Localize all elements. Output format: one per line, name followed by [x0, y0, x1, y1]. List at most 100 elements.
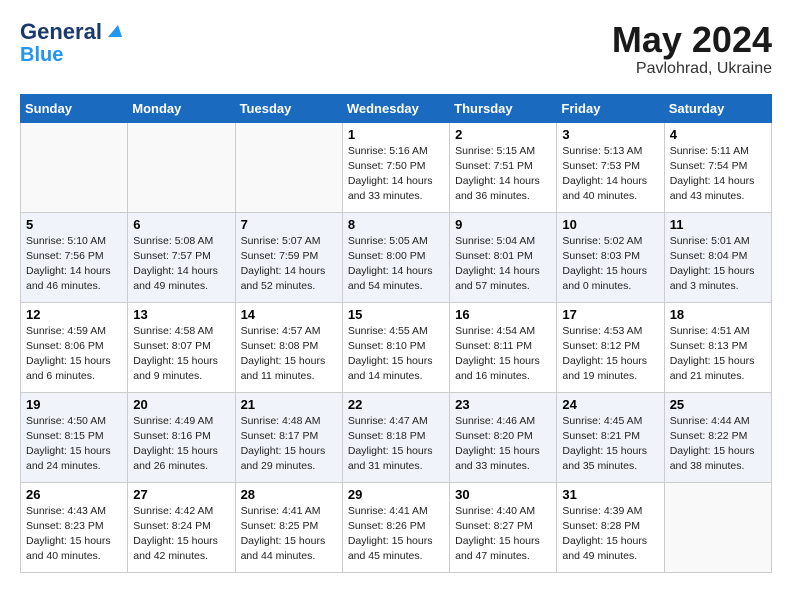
- day-number: 26: [26, 487, 122, 502]
- weekday-header-monday: Monday: [128, 94, 235, 122]
- day-info: Sunrise: 5:15 AMSunset: 7:51 PMDaylight:…: [455, 144, 551, 205]
- day-number: 13: [133, 307, 229, 322]
- calendar-cell: 10Sunrise: 5:02 AMSunset: 8:03 PMDayligh…: [557, 212, 664, 302]
- calendar-cell: 20 Sunrise: 4:49 AMSunset: 8:16 PMDayligh…: [128, 392, 235, 482]
- day-number: 6: [133, 217, 229, 232]
- calendar-week-row: 26 Sunrise: 4:43 AMSunset: 8:23 PMDayligh…: [21, 482, 772, 572]
- calendar-cell: 26 Sunrise: 4:43 AMSunset: 8:23 PMDayligh…: [21, 482, 128, 572]
- day-info: Sunrise: 4:57 AMSunset: 8:08 PMDaylight:…: [241, 324, 337, 385]
- day-number: 1: [348, 127, 444, 142]
- calendar-cell: 5 Sunrise: 5:10 AMSunset: 7:56 PMDaylight…: [21, 212, 128, 302]
- weekday-header-thursday: Thursday: [450, 94, 557, 122]
- day-info: Sunrise: 4:42 AMSunset: 8:24 PMDaylight:…: [133, 504, 229, 565]
- calendar-cell: [235, 122, 342, 212]
- calendar-cell: 28Sunrise: 4:41 AMSunset: 8:25 PMDayligh…: [235, 482, 342, 572]
- day-number: 11: [670, 217, 766, 232]
- title-block: May 2024 Pavlohrad, Ukraine: [612, 20, 772, 78]
- location: Pavlohrad, Ukraine: [612, 60, 772, 78]
- day-info: Sunrise: 4:55 AMSunset: 8:10 PMDaylight:…: [348, 324, 444, 385]
- day-info: Sunrise: 5:04 AMSunset: 8:01 PMDaylight:…: [455, 234, 551, 295]
- calendar-cell: 19 Sunrise: 4:50 AMSunset: 8:15 PMDayligh…: [21, 392, 128, 482]
- calendar-cell: 27 Sunrise: 4:42 AMSunset: 8:24 PMDayligh…: [128, 482, 235, 572]
- calendar-cell: 16Sunrise: 4:54 AMSunset: 8:11 PMDayligh…: [450, 302, 557, 392]
- day-info: Sunrise: 4:58 AMSunset: 8:07 PMDaylight:…: [133, 324, 229, 385]
- day-number: 9: [455, 217, 551, 232]
- calendar-cell: 15 Sunrise: 4:55 AMSunset: 8:10 PMDayligh…: [342, 302, 449, 392]
- calendar-table: SundayMondayTuesdayWednesdayThursdayFrid…: [20, 94, 772, 573]
- calendar-cell: 29 Sunrise: 4:41 AMSunset: 8:26 PMDayligh…: [342, 482, 449, 572]
- calendar-cell: 1 Sunrise: 5:16 AMSunset: 7:50 PMDaylight…: [342, 122, 449, 212]
- day-info: Sunrise: 5:01 AMSunset: 8:04 PMDaylight:…: [670, 234, 766, 295]
- day-number: 23: [455, 397, 551, 412]
- day-number: 29: [348, 487, 444, 502]
- day-info: Sunrise: 4:44 AMSunset: 8:22 PMDaylight:…: [670, 414, 766, 475]
- day-number: 27: [133, 487, 229, 502]
- calendar-cell: 3 Sunrise: 5:13 AMSunset: 7:53 PMDaylight…: [557, 122, 664, 212]
- calendar-week-row: 1 Sunrise: 5:16 AMSunset: 7:50 PMDaylight…: [21, 122, 772, 212]
- day-number: 22: [348, 397, 444, 412]
- calendar-cell: 21Sunrise: 4:48 AMSunset: 8:17 PMDayligh…: [235, 392, 342, 482]
- day-info: Sunrise: 5:11 AMSunset: 7:54 PMDaylight:…: [670, 144, 766, 205]
- day-info: Sunrise: 4:47 AMSunset: 8:18 PMDaylight:…: [348, 414, 444, 475]
- day-number: 25: [670, 397, 766, 412]
- day-info: Sunrise: 4:50 AMSunset: 8:15 PMDaylight:…: [26, 414, 122, 475]
- day-number: 7: [241, 217, 337, 232]
- day-info: Sunrise: 4:39 AMSunset: 8:28 PMDaylight:…: [562, 504, 658, 565]
- day-number: 15: [348, 307, 444, 322]
- day-info: Sunrise: 4:41 AMSunset: 8:26 PMDaylight:…: [348, 504, 444, 565]
- calendar-week-row: 12Sunrise: 4:59 AMSunset: 8:06 PMDayligh…: [21, 302, 772, 392]
- calendar-cell: 23Sunrise: 4:46 AMSunset: 8:20 PMDayligh…: [450, 392, 557, 482]
- day-number: 18: [670, 307, 766, 322]
- weekday-header-sunday: Sunday: [21, 94, 128, 122]
- day-info: Sunrise: 4:40 AMSunset: 8:27 PMDaylight:…: [455, 504, 551, 565]
- logo-blue: Blue: [20, 44, 63, 66]
- day-number: 14: [241, 307, 337, 322]
- weekday-header-saturday: Saturday: [664, 94, 771, 122]
- day-number: 12: [26, 307, 122, 322]
- logo-icon: [104, 21, 122, 39]
- calendar-cell: 6 Sunrise: 5:08 AMSunset: 7:57 PMDaylight…: [128, 212, 235, 302]
- day-info: Sunrise: 4:49 AMSunset: 8:16 PMDaylight:…: [133, 414, 229, 475]
- day-info: Sunrise: 5:10 AMSunset: 7:56 PMDaylight:…: [26, 234, 122, 295]
- logo-general: General: [20, 20, 102, 44]
- month-title: May 2024: [612, 20, 772, 60]
- calendar-week-row: 5 Sunrise: 5:10 AMSunset: 7:56 PMDaylight…: [21, 212, 772, 302]
- day-info: Sunrise: 4:43 AMSunset: 8:23 PMDaylight:…: [26, 504, 122, 565]
- day-info: Sunrise: 5:07 AMSunset: 7:59 PMDaylight:…: [241, 234, 337, 295]
- day-number: 31: [562, 487, 658, 502]
- calendar-cell: 12Sunrise: 4:59 AMSunset: 8:06 PMDayligh…: [21, 302, 128, 392]
- day-number: 16: [455, 307, 551, 322]
- day-number: 21: [241, 397, 337, 412]
- day-info: Sunrise: 4:45 AMSunset: 8:21 PMDaylight:…: [562, 414, 658, 475]
- day-number: 5: [26, 217, 122, 232]
- day-info: Sunrise: 5:13 AMSunset: 7:53 PMDaylight:…: [562, 144, 658, 205]
- calendar-cell: 31 Sunrise: 4:39 AMSunset: 8:28 PMDayligh…: [557, 482, 664, 572]
- calendar-cell: 17Sunrise: 4:53 AMSunset: 8:12 PMDayligh…: [557, 302, 664, 392]
- calendar-cell: 13 Sunrise: 4:58 AMSunset: 8:07 PMDayligh…: [128, 302, 235, 392]
- day-info: Sunrise: 5:08 AMSunset: 7:57 PMDaylight:…: [133, 234, 229, 295]
- calendar-cell: 18Sunrise: 4:51 AMSunset: 8:13 PMDayligh…: [664, 302, 771, 392]
- calendar-cell: 9 Sunrise: 5:04 AMSunset: 8:01 PMDaylight…: [450, 212, 557, 302]
- logo: General Blue: [20, 20, 122, 66]
- weekday-header-wednesday: Wednesday: [342, 94, 449, 122]
- day-number: 24: [562, 397, 658, 412]
- calendar-cell: 2Sunrise: 5:15 AMSunset: 7:51 PMDaylight…: [450, 122, 557, 212]
- day-info: Sunrise: 4:41 AMSunset: 8:25 PMDaylight:…: [241, 504, 337, 565]
- calendar-cell: 8Sunrise: 5:05 AMSunset: 8:00 PMDaylight…: [342, 212, 449, 302]
- calendar-cell: 25 Sunrise: 4:44 AMSunset: 8:22 PMDayligh…: [664, 392, 771, 482]
- day-number: 4: [670, 127, 766, 142]
- day-number: 19: [26, 397, 122, 412]
- day-number: 3: [562, 127, 658, 142]
- calendar-week-row: 19 Sunrise: 4:50 AMSunset: 8:15 PMDayligh…: [21, 392, 772, 482]
- page-header: General Blue May 2024 Pavlohrad, Ukraine: [20, 20, 772, 78]
- day-info: Sunrise: 5:02 AMSunset: 8:03 PMDaylight:…: [562, 234, 658, 295]
- calendar-cell: 24 Sunrise: 4:45 AMSunset: 8:21 PMDayligh…: [557, 392, 664, 482]
- day-info: Sunrise: 5:05 AMSunset: 8:00 PMDaylight:…: [348, 234, 444, 295]
- day-info: Sunrise: 5:16 AMSunset: 7:50 PMDaylight:…: [348, 144, 444, 205]
- day-number: 20: [133, 397, 229, 412]
- calendar-cell: 30Sunrise: 4:40 AMSunset: 8:27 PMDayligh…: [450, 482, 557, 572]
- calendar-cell: [21, 122, 128, 212]
- calendar-cell: 11 Sunrise: 5:01 AMSunset: 8:04 PMDayligh…: [664, 212, 771, 302]
- day-info: Sunrise: 4:53 AMSunset: 8:12 PMDaylight:…: [562, 324, 658, 385]
- weekday-header-tuesday: Tuesday: [235, 94, 342, 122]
